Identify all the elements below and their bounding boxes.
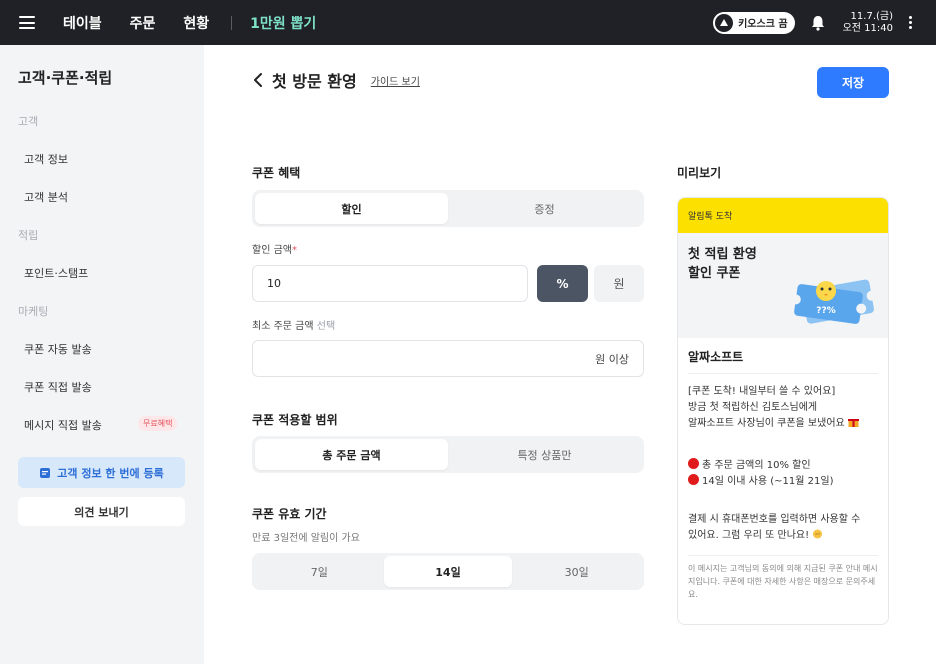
nav-status[interactable]: 현황 <box>183 13 209 33</box>
scope-option-total[interactable]: 총 주문 금액 <box>255 439 448 470</box>
discount-input[interactable]: 10 <box>252 265 528 302</box>
validity-label: 쿠폰 유효 기간 <box>252 507 327 521</box>
waving-hand-icon <box>813 529 823 539</box>
top-bar: 테이블 주문 현황 1만원 뽑기 키오스크 끔 11.7.(금) 오전 11:4… <box>0 0 936 45</box>
msg-line-2: 방금 첫 적립하신 김토스님에게 <box>688 402 818 413</box>
scope-segment: 총 주문 금액 특정 상품만 <box>252 436 644 473</box>
register-customers-label: 고객 정보 한 번에 등록 <box>57 466 164 480</box>
benefit-option-discount[interactable]: 할인 <box>255 193 448 224</box>
validity-option-7[interactable]: 7일 <box>255 556 384 587</box>
gift-icon <box>847 419 859 427</box>
benefit-label: 쿠폰 혜택 <box>252 166 301 180</box>
nav-table[interactable]: 테이블 <box>63 13 102 33</box>
validity-note: 만료 3일전에 알림이 가요 <box>252 533 360 544</box>
kiosk-toggle[interactable]: 키오스크 끔 <box>713 11 795 34</box>
msg2-line-1: 결제 시 휴대폰번호를 입력하면 사용할 수 <box>688 514 861 525</box>
sidebar-item-points-stamp[interactable]: 포인트·스탬프 <box>24 265 88 281</box>
sidebar-group-marketing: 마케팅 <box>18 305 49 318</box>
sidebar-group-customer: 고객 <box>18 115 39 128</box>
preview-bullets: 총 주문 금액의 10% 할인 14일 이내 사용 (~11월 21일) <box>688 458 884 490</box>
free-badge: 무료혜택 <box>138 416 178 431</box>
sidebar-item-coupon-direct[interactable]: 쿠폰 직접 발송 <box>24 379 92 395</box>
sidebar-item-message-direct[interactable]: 메시지 직접 발송 <box>24 417 102 433</box>
sidebar-item-customer-info[interactable]: 고객 정보 <box>24 151 68 167</box>
coupon-text: ??% <box>816 306 835 316</box>
min-order-label: 최소 주문 금액 선택 <box>252 317 335 332</box>
date-text: 11.7.(금) <box>850 10 893 22</box>
unit-won-button[interactable]: 원 <box>594 265 644 302</box>
feedback-button[interactable]: 의견 보내기 <box>18 497 185 526</box>
msg-line-3-text: 알짜소프트 사장님이 쿠폰을 보냈어요 <box>688 418 845 429</box>
time-text: 오전 11:40 <box>842 22 893 34</box>
sidebar-title: 고객·쿠폰·적립 <box>18 69 113 87</box>
benefit-segment: 할인 증정 <box>252 190 644 227</box>
msg-line-1: [쿠폰 도착! 내일부터 쓸 수 있어요] <box>688 386 836 397</box>
back-icon[interactable] <box>252 72 264 88</box>
sidebar-item-coupon-auto[interactable]: 쿠폰 자동 발송 <box>24 341 92 357</box>
bell-icon[interactable] <box>809 14 827 32</box>
brand-divider <box>688 373 878 374</box>
nav-lottery[interactable]: 1만원 뽑기 <box>250 13 316 33</box>
benefit-option-gift[interactable]: 증정 <box>448 193 641 224</box>
unit-percent-button[interactable]: % <box>537 265 588 302</box>
preview-disclaimer: 이 메시지는 고객님의 동의에 의해 지급된 쿠폰 안내 메시지입니다. 쿠폰에… <box>688 564 878 599</box>
preview-hero-title: 첫 적립 환영 할인 쿠폰 <box>688 245 757 283</box>
menu-icon[interactable] <box>19 16 35 29</box>
bullet-1-text: 총 주문 금액의 10% 할인 <box>702 460 811 471</box>
discount-label: 할인 금액* <box>252 241 297 256</box>
sidebar-item-customer-analysis[interactable]: 고객 분석 <box>24 189 68 205</box>
nav-divider <box>231 15 233 30</box>
register-customers-button[interactable]: 고객 정보 한 번에 등록 <box>18 457 185 488</box>
top-right: 키오스크 끔 11.7.(금) 오전 11:40 <box>713 11 936 35</box>
hero-line-2: 할인 쿠폰 <box>688 266 741 281</box>
top-nav: 테이블 주문 현황 1만원 뽑기 <box>63 13 344 33</box>
note-icon <box>40 467 51 478</box>
nav-order[interactable]: 주문 <box>130 13 156 33</box>
bullet-2-text: 14일 이내 사용 (~11월 21일) <box>702 476 834 487</box>
disclaimer-divider <box>688 555 878 556</box>
kiosk-icon <box>715 13 734 32</box>
preview-brand: 알짜소프트 <box>688 350 744 364</box>
page-title: 첫 방문 환영 <box>272 72 357 91</box>
coupon-illustration-icon: ??% <box>790 279 877 324</box>
sidebar-group-points: 적립 <box>18 229 39 242</box>
optional-mark: 선택 <box>316 321 336 332</box>
datetime: 11.7.(금) 오전 11:40 <box>843 11 893 35</box>
bullet-2: 14일 이내 사용 (~11월 21일) <box>688 474 884 490</box>
preview-top-bar: 알림톡 도착 <box>678 198 888 233</box>
discount-label-text: 할인 금액 <box>252 245 292 256</box>
sidebar: 고객·쿠폰·적립 고객 고객 정보 고객 분석 적립 포인트·스탬프 마케팅 쿠… <box>0 45 204 664</box>
validity-option-30[interactable]: 30일 <box>512 556 641 587</box>
preview-hero: 첫 적립 환영 할인 쿠폰 ??% <box>678 233 888 338</box>
red-circle-icon <box>688 474 699 485</box>
preview-label: 미리보기 <box>677 166 722 180</box>
preview-card: 알림톡 도착 첫 적립 환영 할인 쿠폰 ??% 알짜소프트 [쿠폰 도착! 내… <box>677 197 889 625</box>
min-order-input[interactable]: 원 이상 <box>252 340 644 377</box>
more-icon[interactable] <box>909 16 912 29</box>
bullet-1: 총 주문 금액의 10% 할인 <box>688 458 884 474</box>
scope-option-product[interactable]: 특정 상품만 <box>448 439 641 470</box>
discount-value: 10 <box>267 277 281 290</box>
guide-link[interactable]: 가이드 보기 <box>371 73 420 88</box>
msg2-line-2-text: 있어요. 그럼 우리 또 만나요! <box>688 530 810 541</box>
required-mark: * <box>291 245 297 256</box>
msg-line-3: 알짜소프트 사장님이 쿠폰을 보냈어요 <box>688 416 884 432</box>
kiosk-label: 키오스크 끔 <box>738 19 788 30</box>
red-circle-icon <box>688 458 699 469</box>
save-button[interactable]: 저장 <box>817 67 889 98</box>
msg2-line-2: 있어요. 그럼 우리 또 만나요! <box>688 528 884 544</box>
hero-line-1: 첫 적립 환영 <box>688 247 757 262</box>
preview-message-intro: [쿠폰 도착! 내일부터 쓸 수 있어요] 방금 첫 적립하신 김토스님에게 알… <box>688 384 884 432</box>
scope-label: 쿠폰 적용할 범위 <box>252 413 338 427</box>
min-order-suffix: 원 이상 <box>595 352 629 366</box>
min-order-label-text: 최소 주문 금액 <box>252 321 314 332</box>
validity-segment: 7일 14일 30일 <box>252 553 644 590</box>
page-header: 첫 방문 환영 가이드 보기 <box>252 68 420 92</box>
preview-message-outro: 결제 시 휴대폰번호를 입력하면 사용할 수 있어요. 그럼 우리 또 만나요! <box>688 512 884 544</box>
validity-option-14[interactable]: 14일 <box>383 556 513 587</box>
